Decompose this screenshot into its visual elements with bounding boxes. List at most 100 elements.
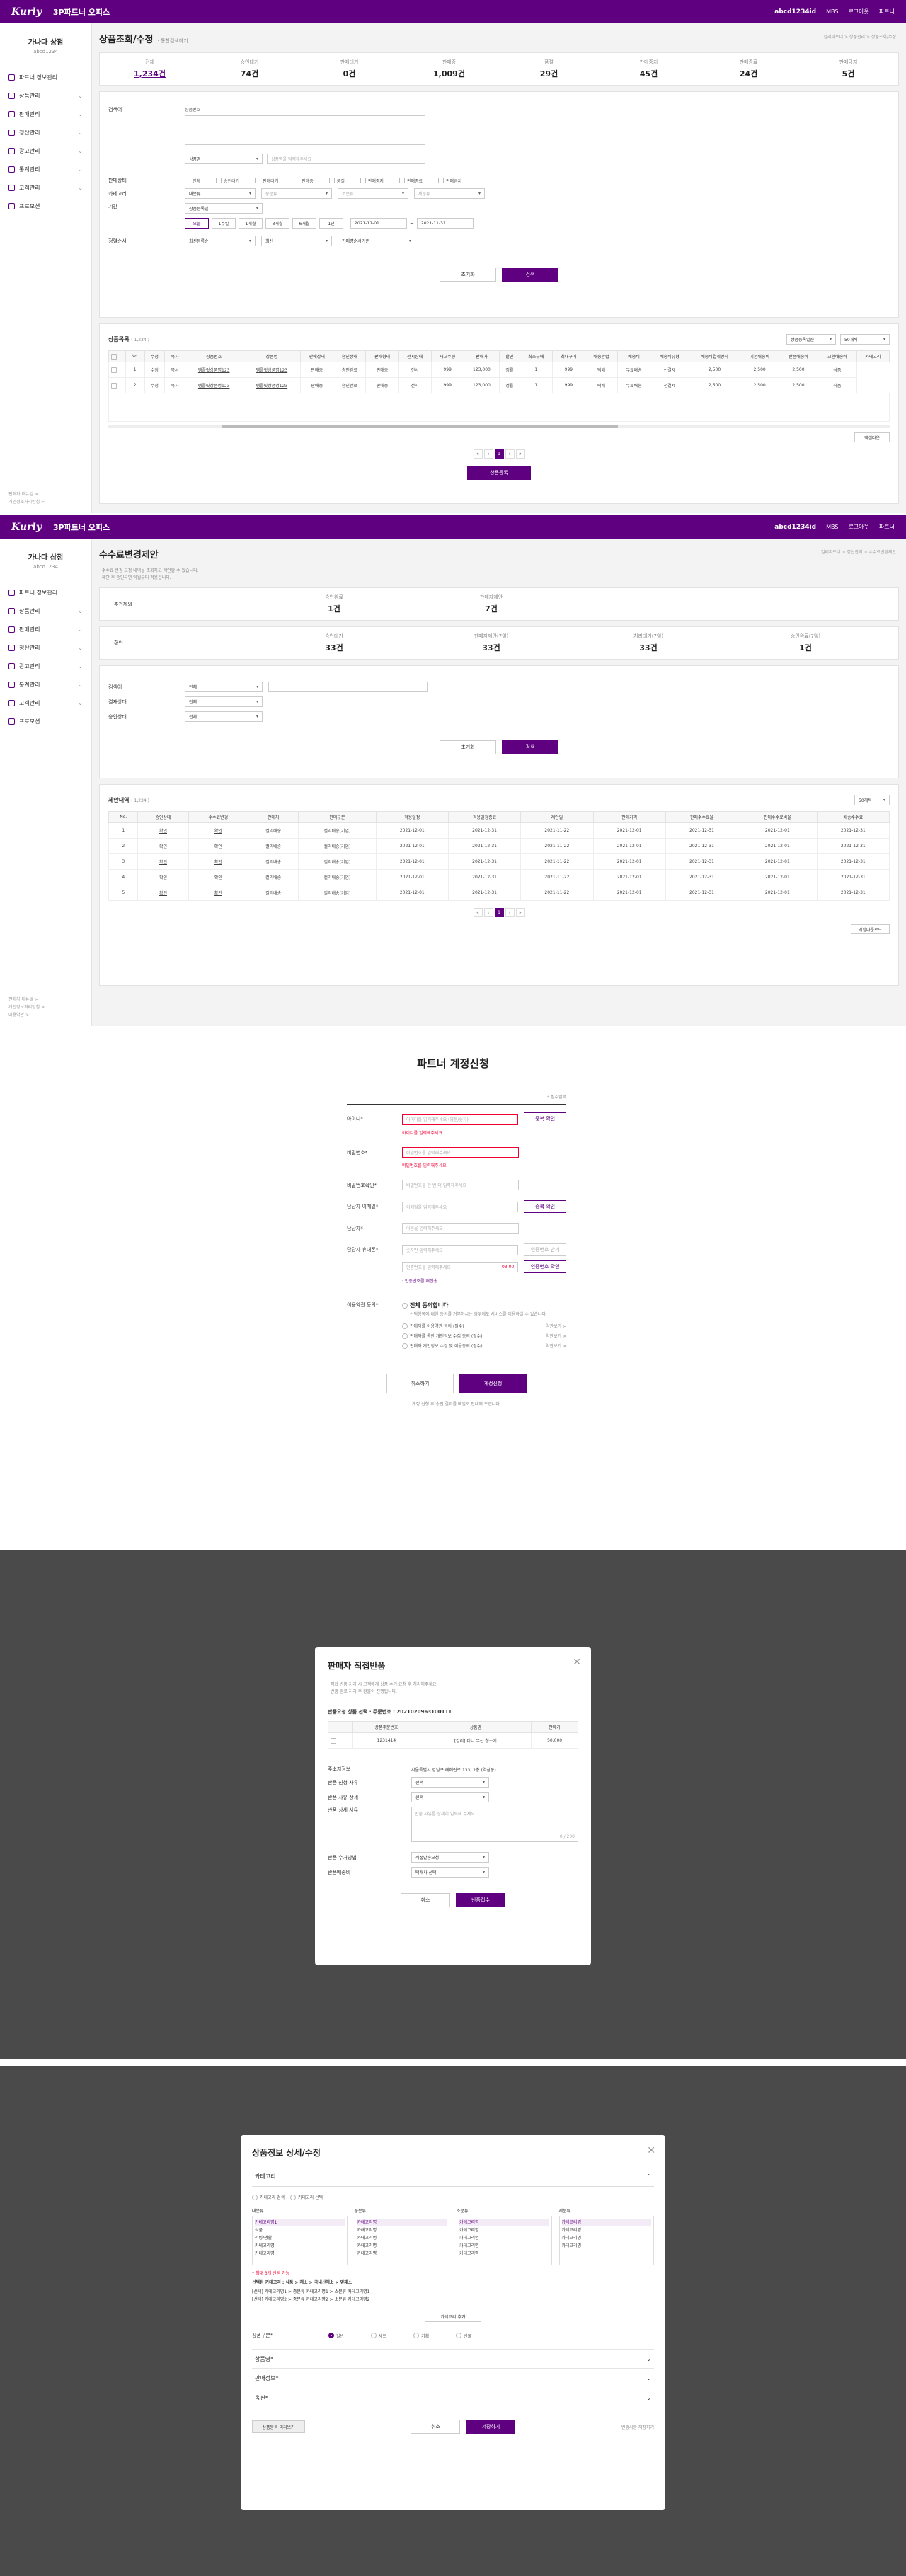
- page-number[interactable]: 1: [494, 449, 504, 459]
- period-tab[interactable]: 오늘: [185, 218, 209, 229]
- kurly-logo[interactable]: Kurly: [11, 6, 42, 18]
- sort-select[interactable]: 최신등록순: [185, 236, 256, 246]
- pagesize-select[interactable]: 50개씩: [854, 795, 890, 805]
- sidebar-item[interactable]: 프로모션: [8, 197, 83, 215]
- category-item[interactable]: 카테고리명: [562, 2226, 652, 2234]
- check-email-button[interactable]: 중복 확인: [524, 1200, 566, 1213]
- logout-link[interactable]: 로그아웃: [848, 8, 868, 16]
- prev-page-button[interactable]: ‹: [483, 449, 493, 459]
- verify-code-button[interactable]: 인증번호 확인: [524, 1260, 566, 1273]
- category-item[interactable]: 식품: [255, 2226, 345, 2234]
- sidebar-item[interactable]: 파트너 정보관리: [8, 68, 83, 86]
- sidebar-item[interactable]: 고객관리 ⌄: [8, 694, 83, 712]
- confirm-link[interactable]: 확인: [137, 853, 189, 870]
- period-type-select[interactable]: 상품등록일: [185, 203, 263, 214]
- copy-link[interactable]: 복사: [164, 377, 185, 393]
- product-link[interactable]: 템플릿상품명123: [242, 377, 302, 393]
- top-link[interactable]: MBS: [826, 524, 838, 530]
- last-page-button[interactable]: »: [515, 449, 525, 459]
- cancel-button[interactable]: 취소: [411, 2420, 461, 2434]
- period-tab[interactable]: 3개월: [265, 218, 289, 229]
- approval-status-select[interactable]: 전체: [185, 711, 263, 722]
- confirm-link[interactable]: 확인: [188, 853, 249, 870]
- email-input[interactable]: 이메일을 입력해주세요: [402, 1201, 519, 1212]
- courier-select[interactable]: 택배사 선택: [411, 1867, 489, 1878]
- sort-select[interactable]: 최신: [261, 236, 332, 246]
- category-item[interactable]: 카테고리명: [459, 2250, 549, 2258]
- accordion-options[interactable]: 옵션* ⌄: [252, 2388, 654, 2408]
- terms-checkbox[interactable]: 판매자 개인정보 수집 및 이용동의 (필수): [402, 1342, 483, 1349]
- category-select[interactable]: 세분류: [414, 188, 485, 199]
- save-button[interactable]: 저장하기: [466, 2420, 516, 2434]
- footer-link[interactable]: 판매자 매뉴얼 >: [8, 996, 45, 1004]
- period-tab[interactable]: 1년: [319, 218, 343, 229]
- confirm-link[interactable]: 확인: [137, 869, 189, 885]
- confirm-link[interactable]: 확인: [188, 838, 249, 854]
- stat-item[interactable]: 승인완료(7일) 1건: [727, 627, 884, 659]
- first-page-button[interactable]: «: [473, 449, 483, 459]
- terms-all-checkbox[interactable]: 전체 동의합니다: [402, 1301, 566, 1309]
- reset-button[interactable]: 초기화: [440, 268, 496, 282]
- status-checkbox[interactable]: 판매대기: [255, 178, 278, 184]
- status-checkbox[interactable]: 판매중: [294, 178, 314, 184]
- category-item[interactable]: 카테고리명: [255, 2250, 345, 2258]
- check-duplicate-button[interactable]: 중복 확인: [524, 1112, 566, 1125]
- return-detail-select[interactable]: 선택: [411, 1792, 489, 1802]
- status-checkbox[interactable]: 판매중지: [360, 178, 384, 184]
- accordion-category[interactable]: 카테고리 ⌃: [252, 2167, 654, 2187]
- terms-checkbox[interactable]: 판매자를 이용약관 동의 (필수): [402, 1323, 464, 1329]
- stat-item[interactable]: 전체 1,234건: [100, 53, 200, 85]
- submit-return-button[interactable]: 반품접수: [456, 1893, 505, 1907]
- cancel-button[interactable]: 취소하기: [386, 1374, 454, 1393]
- first-page-button[interactable]: «: [473, 908, 483, 917]
- sidebar-item[interactable]: 상품관리 ⌄: [8, 602, 83, 620]
- category-item[interactable]: 카테고리명: [357, 2250, 447, 2258]
- resend-note[interactable]: · 인증번호를 재전송: [402, 1277, 566, 1284]
- preview-button[interactable]: 상품등록 미리보기: [252, 2420, 305, 2433]
- footer-link[interactable]: 개인정보처리방침 >: [8, 1004, 45, 1011]
- reset-button[interactable]: 초기화: [440, 740, 496, 754]
- view-terms-link[interactable]: 약관보기 >: [546, 1323, 566, 1329]
- confirm-link[interactable]: 확인: [137, 838, 189, 854]
- stat-item[interactable]: 처리대기(7일) 33건: [570, 627, 727, 659]
- password-input[interactable]: 비밀번호를 입력해주세요: [402, 1147, 519, 1158]
- pickup-method-select[interactable]: 직접발송요청: [411, 1852, 489, 1863]
- product-link[interactable]: 템플릿상품명123: [242, 362, 302, 378]
- keyword-type-select[interactable]: 전체: [185, 682, 263, 692]
- category-item[interactable]: 카테고리명: [459, 2234, 549, 2242]
- search-textarea[interactable]: [185, 115, 425, 145]
- return-detail-textarea[interactable]: 반품 사유를 상세히 입력해 주세요. 0 / 200: [411, 1807, 578, 1842]
- view-terms-link[interactable]: 약관보기 >: [546, 1333, 566, 1339]
- row-checkbox[interactable]: [327, 1732, 354, 1749]
- stat-item[interactable]: 판매자제안 7건: [413, 588, 570, 620]
- last-page-button[interactable]: »: [515, 908, 525, 917]
- pagesize-select[interactable]: 50개씩: [840, 334, 890, 345]
- search-button[interactable]: 검색: [502, 268, 558, 282]
- status-checkbox[interactable]: 판매종료: [398, 178, 423, 184]
- row-checkbox[interactable]: [108, 377, 126, 393]
- sidebar-item[interactable]: 판매관리 ⌄: [8, 105, 83, 123]
- password-confirm-input[interactable]: 비밀번호를 한 번 더 입력해주세요: [402, 1180, 519, 1190]
- confirm-link[interactable]: 확인: [188, 869, 249, 885]
- sidebar-item[interactable]: 프로모션: [8, 712, 83, 730]
- category-item[interactable]: 카테고리명: [459, 2242, 549, 2250]
- confirm-link[interactable]: 확인: [137, 822, 189, 839]
- phone-input[interactable]: 숫자만 입력해주세요: [402, 1244, 519, 1255]
- submit-signup-button[interactable]: 계정신청: [459, 1374, 527, 1393]
- excel-download-button[interactable]: 엑셀다운로드: [851, 924, 890, 934]
- sidebar-item[interactable]: 판매관리 ⌄: [8, 620, 83, 638]
- category-list[interactable]: 카테고리명1 식품 리빙/생활 카테고리명 카테고리명: [252, 2216, 348, 2265]
- top-link[interactable]: 파트너: [879, 8, 895, 16]
- sidebar-item[interactable]: 정산관리 ⌄: [8, 123, 83, 142]
- code-input[interactable]: 인증번호를 입력해주세요 03:00: [402, 1261, 519, 1272]
- stat-item[interactable]: 판매중 1,009건: [399, 53, 499, 85]
- header-checkbox[interactable]: [327, 1721, 354, 1733]
- confirm-link[interactable]: 확인: [137, 885, 189, 901]
- category-item[interactable]: 카테고리명: [459, 2219, 549, 2226]
- category-select[interactable]: 소분류: [338, 188, 408, 199]
- category-item[interactable]: 카테고리명1: [255, 2219, 345, 2226]
- sidebar-item[interactable]: 고객관리 ⌄: [8, 178, 83, 197]
- sidebar-item[interactable]: 파트너 정보관리: [8, 583, 83, 602]
- search-button[interactable]: 검색: [502, 740, 558, 754]
- stat-item[interactable]: 판매종료 24건: [699, 53, 798, 85]
